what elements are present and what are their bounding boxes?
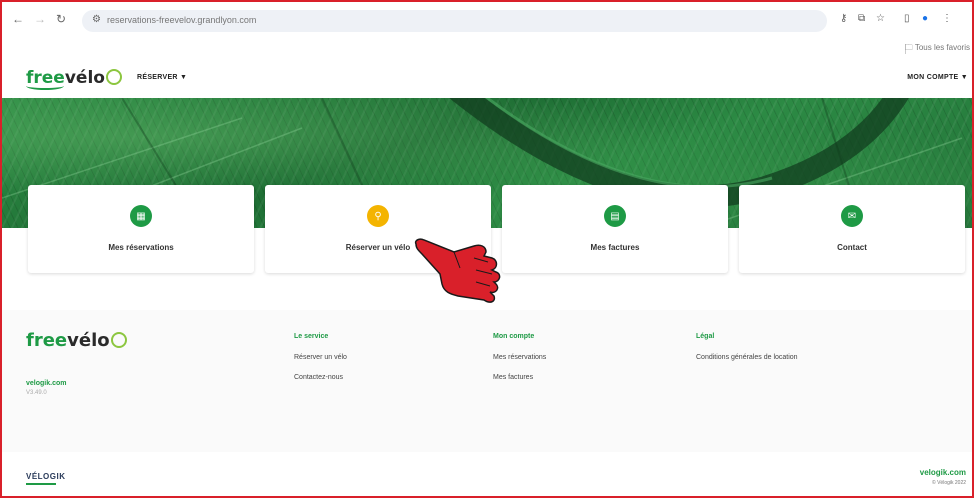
sidepanel-icon[interactable]: ▯ <box>904 14 910 24</box>
card-mes-reservations[interactable]: ▦ Mes réservations <box>28 185 254 273</box>
footer-heading-account: Mon compte <box>493 333 535 340</box>
back-icon[interactable]: ← <box>12 13 24 25</box>
footer-link-contact[interactable]: Contactez-nous <box>294 374 347 381</box>
logo-swoosh <box>26 82 64 90</box>
footer-heading-legal: Légal <box>696 333 715 340</box>
forward-icon[interactable]: → <box>34 13 46 25</box>
site-header: freevélo RÉSERVER ▼ MON COMPTE ▼ <box>2 60 972 98</box>
footer-col-service: Le service Réserver un vélo Contactez-no… <box>294 333 347 394</box>
menu-dots-icon[interactable]: ⋮ <box>942 14 952 24</box>
footer-col-legal: Légal Conditions générales de location <box>696 333 798 374</box>
logo-wheel-icon <box>110 332 127 348</box>
menu-mon-compte[interactable]: MON COMPTE ▼ <box>907 74 968 81</box>
all-bookmarks[interactable]: 🗀 Tous les favoris <box>905 42 970 56</box>
logo-wheel-icon <box>105 69 122 85</box>
card-contact[interactable]: ✉ Contact <box>739 185 965 273</box>
browser-toolbar: ← → ↻ ⚙ reservations-freevelov.grandlyon… <box>2 2 972 38</box>
footer-bottom-bar <box>2 452 972 496</box>
footer-link-reserver[interactable]: Réserver un vélo <box>294 354 347 361</box>
velogik-link[interactable]: velogik.com <box>26 380 66 387</box>
profile-icon[interactable]: ● <box>922 14 928 24</box>
footer-link-cgl[interactable]: Conditions générales de location <box>696 354 798 361</box>
app-version: V3.49.0 <box>26 390 47 396</box>
velogik-brand[interactable]: velogik.com <box>920 468 966 477</box>
bike-icon: ⚲ <box>367 205 389 227</box>
star-icon[interactable]: ☆ <box>876 14 885 24</box>
reload-icon[interactable]: ↻ <box>56 13 66 25</box>
address-bar[interactable]: ⚙ reservations-freevelov.grandlyon.com <box>82 10 827 32</box>
site-settings-icon[interactable]: ⚙ <box>92 14 101 25</box>
copyright: © Vélogik 2022 <box>932 480 966 486</box>
site-footer: freevélo velogik.com V3.49.0 Le service … <box>2 310 972 452</box>
menu-reserver[interactable]: RÉSERVER ▼ <box>137 74 187 81</box>
footer-heading-service: Le service <box>294 333 329 340</box>
extension-icon[interactable]: ⧉ <box>858 14 865 24</box>
url-text: reservations-freevelov.grandlyon.com <box>107 15 257 25</box>
velogik-logo-underline <box>26 483 56 485</box>
footer-link-reservations[interactable]: Mes réservations <box>493 354 546 361</box>
mail-icon: ✉ <box>841 205 863 227</box>
password-key-icon[interactable]: ⚷ <box>840 14 847 24</box>
card-mes-factures[interactable]: ▤ Mes factures <box>502 185 728 273</box>
velogik-logo[interactable]: VÉLOGIK <box>26 472 66 481</box>
document-icon: ▤ <box>604 205 626 227</box>
footer-link-factures[interactable]: Mes factures <box>493 374 546 381</box>
calendar-icon: ▦ <box>130 205 152 227</box>
footer-col-account: Mon compte Mes réservations Mes factures <box>493 333 546 394</box>
footer-freevelov-logo[interactable]: freevélo <box>26 330 127 351</box>
folder-icon: 🗀 <box>904 43 913 52</box>
screenshot-frame: ← → ↻ ⚙ reservations-freevelov.grandlyon… <box>0 0 974 498</box>
pointing-hand-icon <box>414 238 501 303</box>
